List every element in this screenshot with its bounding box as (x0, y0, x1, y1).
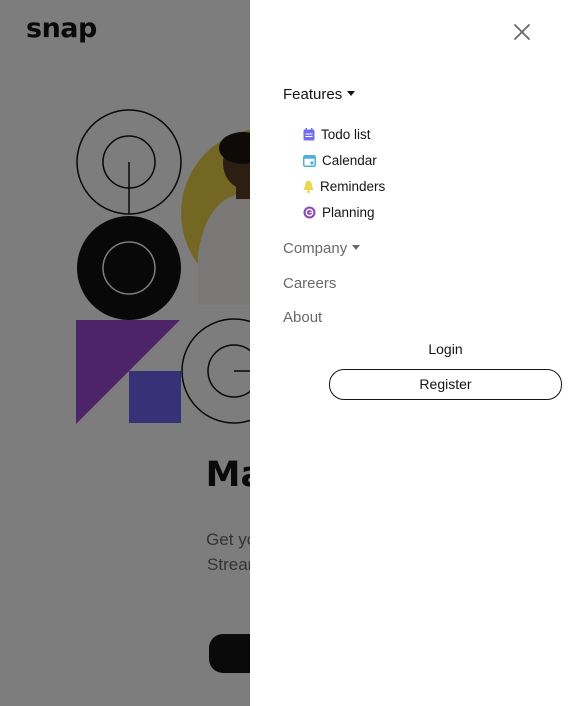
nav-careers[interactable]: Careers (283, 275, 336, 292)
calendar-icon (303, 154, 316, 167)
mobile-nav-drawer: Features Todo list Calendar Reminders Pl… (250, 0, 569, 706)
submenu-item-label: Reminders (320, 178, 386, 194)
chevron-down-icon (347, 91, 356, 96)
planning-icon (303, 206, 316, 218)
close-menu-icon[interactable] (512, 22, 532, 42)
nav-company-label: Company (283, 240, 348, 257)
chevron-down-icon (352, 245, 361, 250)
submenu-item-reminders[interactable]: Reminders (303, 177, 385, 195)
submenu-item-calendar[interactable]: Calendar (303, 151, 377, 169)
submenu-item-label: Planning (322, 204, 375, 220)
nav-features[interactable]: Features (283, 86, 356, 103)
nav-company[interactable]: Company (283, 240, 361, 257)
reminders-bell-icon (303, 180, 314, 193)
submenu-item-todo-list[interactable]: Todo list (303, 125, 371, 143)
register-button[interactable]: Register (329, 369, 562, 400)
submenu-item-label: Calendar (322, 152, 377, 168)
nav-about[interactable]: About (283, 309, 322, 326)
submenu-item-planning[interactable]: Planning (303, 203, 375, 221)
nav-features-label: Features (283, 86, 343, 103)
todo-list-icon (303, 127, 315, 140)
login-link[interactable]: Login (329, 341, 562, 357)
submenu-item-label: Todo list (321, 126, 371, 142)
